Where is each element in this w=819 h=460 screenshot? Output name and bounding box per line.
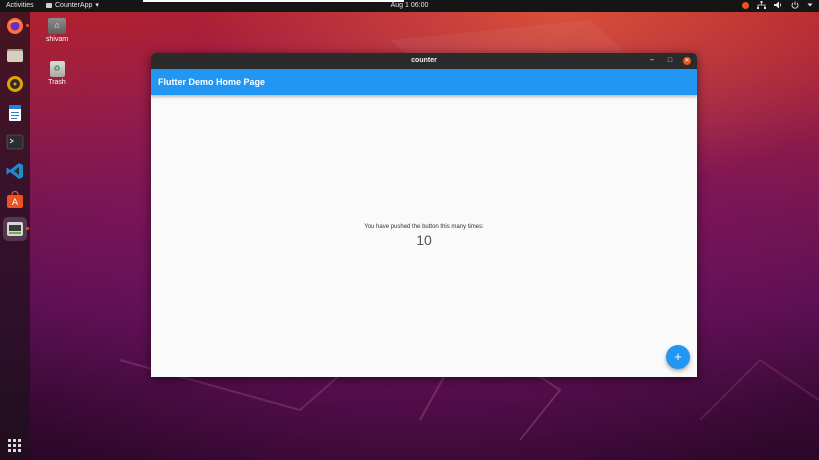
vscode-icon (6, 163, 23, 179)
dock-item-firefox[interactable] (3, 14, 29, 38)
close-button[interactable]: ✕ (683, 57, 691, 65)
trash-icon (49, 61, 65, 77)
window-titlebar[interactable]: counter – □ ✕ (151, 53, 697, 69)
dock-item-files[interactable] (3, 43, 27, 67)
plus-icon: + (674, 349, 682, 364)
home-folder-label: shivam (45, 36, 69, 43)
notification-icon[interactable] (742, 1, 749, 9)
power-icon[interactable] (791, 1, 799, 9)
dock-item-software[interactable]: A (3, 188, 27, 212)
svg-text:A: A (12, 198, 19, 208)
firefox-icon (7, 18, 23, 34)
counter-app-icon (7, 222, 23, 236)
clock[interactable]: Aug 1 06:00 (0, 2, 819, 9)
app-body: You have pushed the button this many tim… (151, 95, 697, 377)
home-folder-icon (48, 18, 66, 34)
dock: A (0, 12, 30, 460)
app-bar-title: Flutter Demo Home Page (158, 77, 266, 87)
dock-item-rhythmbox[interactable] (3, 72, 27, 96)
menu-arrow-icon[interactable] (807, 2, 813, 8)
running-indicator (26, 24, 29, 27)
counter-window: counter – □ ✕ Flutter Demo Home Page You… (151, 53, 697, 377)
dock-item-writer[interactable] (3, 101, 27, 125)
app-bar: Flutter Demo Home Page (151, 69, 697, 95)
dock-item-vscode[interactable] (3, 159, 27, 183)
software-center-icon: A (7, 191, 23, 208)
network-icon[interactable] (757, 1, 766, 9)
desktop-trash[interactable]: Trash (37, 61, 77, 86)
rhythmbox-icon (7, 76, 23, 92)
increment-button[interactable]: + (666, 345, 690, 369)
trash-label: Trash (48, 79, 66, 86)
volume-icon[interactable] (774, 1, 783, 9)
counter-message: You have pushed the button this many tim… (364, 224, 484, 230)
running-indicator (26, 227, 29, 230)
show-apps-button[interactable] (7, 438, 23, 454)
maximize-button[interactable]: □ (666, 57, 674, 65)
terminal-icon (6, 134, 24, 150)
top-bar: Activities CounterApp ▾ Aug 1 06:00 (0, 0, 819, 12)
files-icon (7, 49, 23, 62)
system-tray[interactable] (742, 1, 813, 9)
counter-value: 10 (416, 232, 432, 248)
desktop-home-folder[interactable]: shivam (37, 18, 77, 43)
writer-icon (9, 105, 21, 121)
dock-item-counter[interactable] (3, 217, 29, 241)
dock-item-terminal[interactable] (3, 130, 27, 154)
minimize-button[interactable]: – (648, 57, 656, 65)
window-title: counter (411, 57, 437, 64)
